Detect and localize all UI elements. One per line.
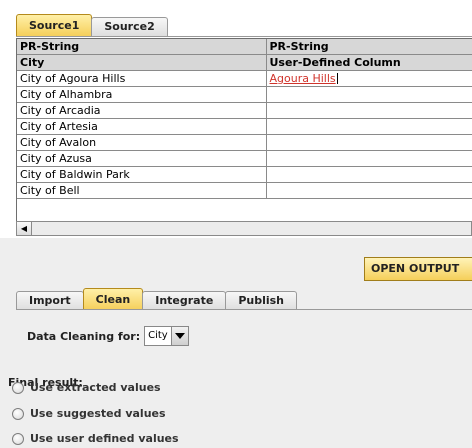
table-row[interactable]: City of Agoura Hills Agoura Hills: [17, 70, 472, 87]
table-row[interactable]: City of Baldwin Park: [17, 166, 472, 183]
text-caret: [336, 73, 338, 84]
clean-panel: Data Cleaning for: City: [16, 310, 472, 448]
tab-integrate[interactable]: Integrate: [142, 291, 227, 310]
table-row[interactable]: City of Arcadia: [17, 102, 472, 119]
tab-source2[interactable]: Source2: [91, 17, 168, 36]
table-cell[interactable]: City of Bell: [17, 182, 267, 199]
table-row[interactable]: City of Azusa: [17, 150, 472, 167]
tab-publish[interactable]: Publish: [225, 291, 298, 310]
table-cell[interactable]: City of Agoura Hills: [17, 70, 267, 87]
table-cell[interactable]: [266, 182, 472, 199]
table-cell[interactable]: City of Avalon: [17, 134, 267, 151]
table-cell[interactable]: City of Baldwin Park: [17, 166, 267, 183]
tab-strip-divider: [16, 36, 472, 37]
source-table: PR-String PR-String City User-Defined Co…: [16, 38, 472, 222]
data-cleaning-label: Data Cleaning for:: [27, 329, 141, 343]
scroll-left-arrow-icon[interactable]: ◀: [17, 222, 32, 235]
option-suggested-values[interactable]: Use suggested values: [12, 407, 166, 420]
option-label[interactable]: Use extracted values: [30, 381, 161, 394]
option-label[interactable]: Use user defined values: [30, 432, 179, 445]
workflow-tab-strip: Import Clean Integrate Publish: [16, 288, 298, 310]
table-cell[interactable]: City of Azusa: [17, 150, 267, 167]
table-cell[interactable]: City of Alhambra: [17, 86, 267, 103]
table-cell[interactable]: [266, 134, 472, 151]
horizontal-scrollbar[interactable]: ◀: [16, 221, 472, 236]
option-user-defined-values[interactable]: Use user defined values: [12, 432, 179, 445]
source-tab-strip: Source1 Source2: [16, 14, 168, 36]
editing-cell[interactable]: Agoura Hills: [266, 70, 472, 87]
radio-button[interactable]: [12, 381, 24, 394]
column-select-value[interactable]: City: [145, 327, 171, 345]
column-header-city[interactable]: City: [17, 54, 267, 71]
option-label[interactable]: Use suggested values: [30, 407, 166, 420]
column-header-user-defined[interactable]: User-Defined Column: [266, 54, 472, 71]
table-row[interactable]: City of Alhambra: [17, 86, 472, 103]
table-cell[interactable]: [266, 166, 472, 183]
source-panel: Source1 Source2 PR-String PR-String City…: [0, 0, 472, 238]
table-cell[interactable]: City of Artesia: [17, 118, 267, 135]
table-row[interactable]: City of Avalon: [17, 134, 472, 151]
tab-source1[interactable]: Source1: [16, 14, 93, 36]
table-cell[interactable]: [266, 86, 472, 103]
table-cell[interactable]: [266, 118, 472, 135]
open-output-button[interactable]: OPEN OUTPUT: [364, 257, 472, 281]
table-row[interactable]: City of Artesia: [17, 118, 472, 135]
column-select[interactable]: City: [144, 326, 189, 346]
table-cell[interactable]: [266, 150, 472, 167]
type-header-row: PR-String PR-String: [17, 39, 472, 55]
tab-import[interactable]: Import: [16, 291, 84, 310]
column-type-header[interactable]: PR-String: [17, 39, 267, 55]
column-type-header[interactable]: PR-String: [266, 39, 472, 55]
option-extracted-values[interactable]: Use extracted values: [12, 381, 161, 394]
editing-cell-value[interactable]: Agoura Hills: [270, 72, 336, 85]
table-row[interactable]: City of Bell: [17, 182, 472, 199]
radio-button[interactable]: [12, 432, 24, 445]
tab-clean[interactable]: Clean: [82, 288, 144, 310]
table-cell[interactable]: City of Arcadia: [17, 102, 267, 119]
radio-button[interactable]: [12, 407, 24, 420]
chevron-down-icon[interactable]: [170, 327, 188, 345]
column-header-row: City User-Defined Column: [17, 54, 472, 71]
table-cell[interactable]: [266, 102, 472, 119]
data-cleaning-row: Data Cleaning for: City: [27, 326, 189, 346]
